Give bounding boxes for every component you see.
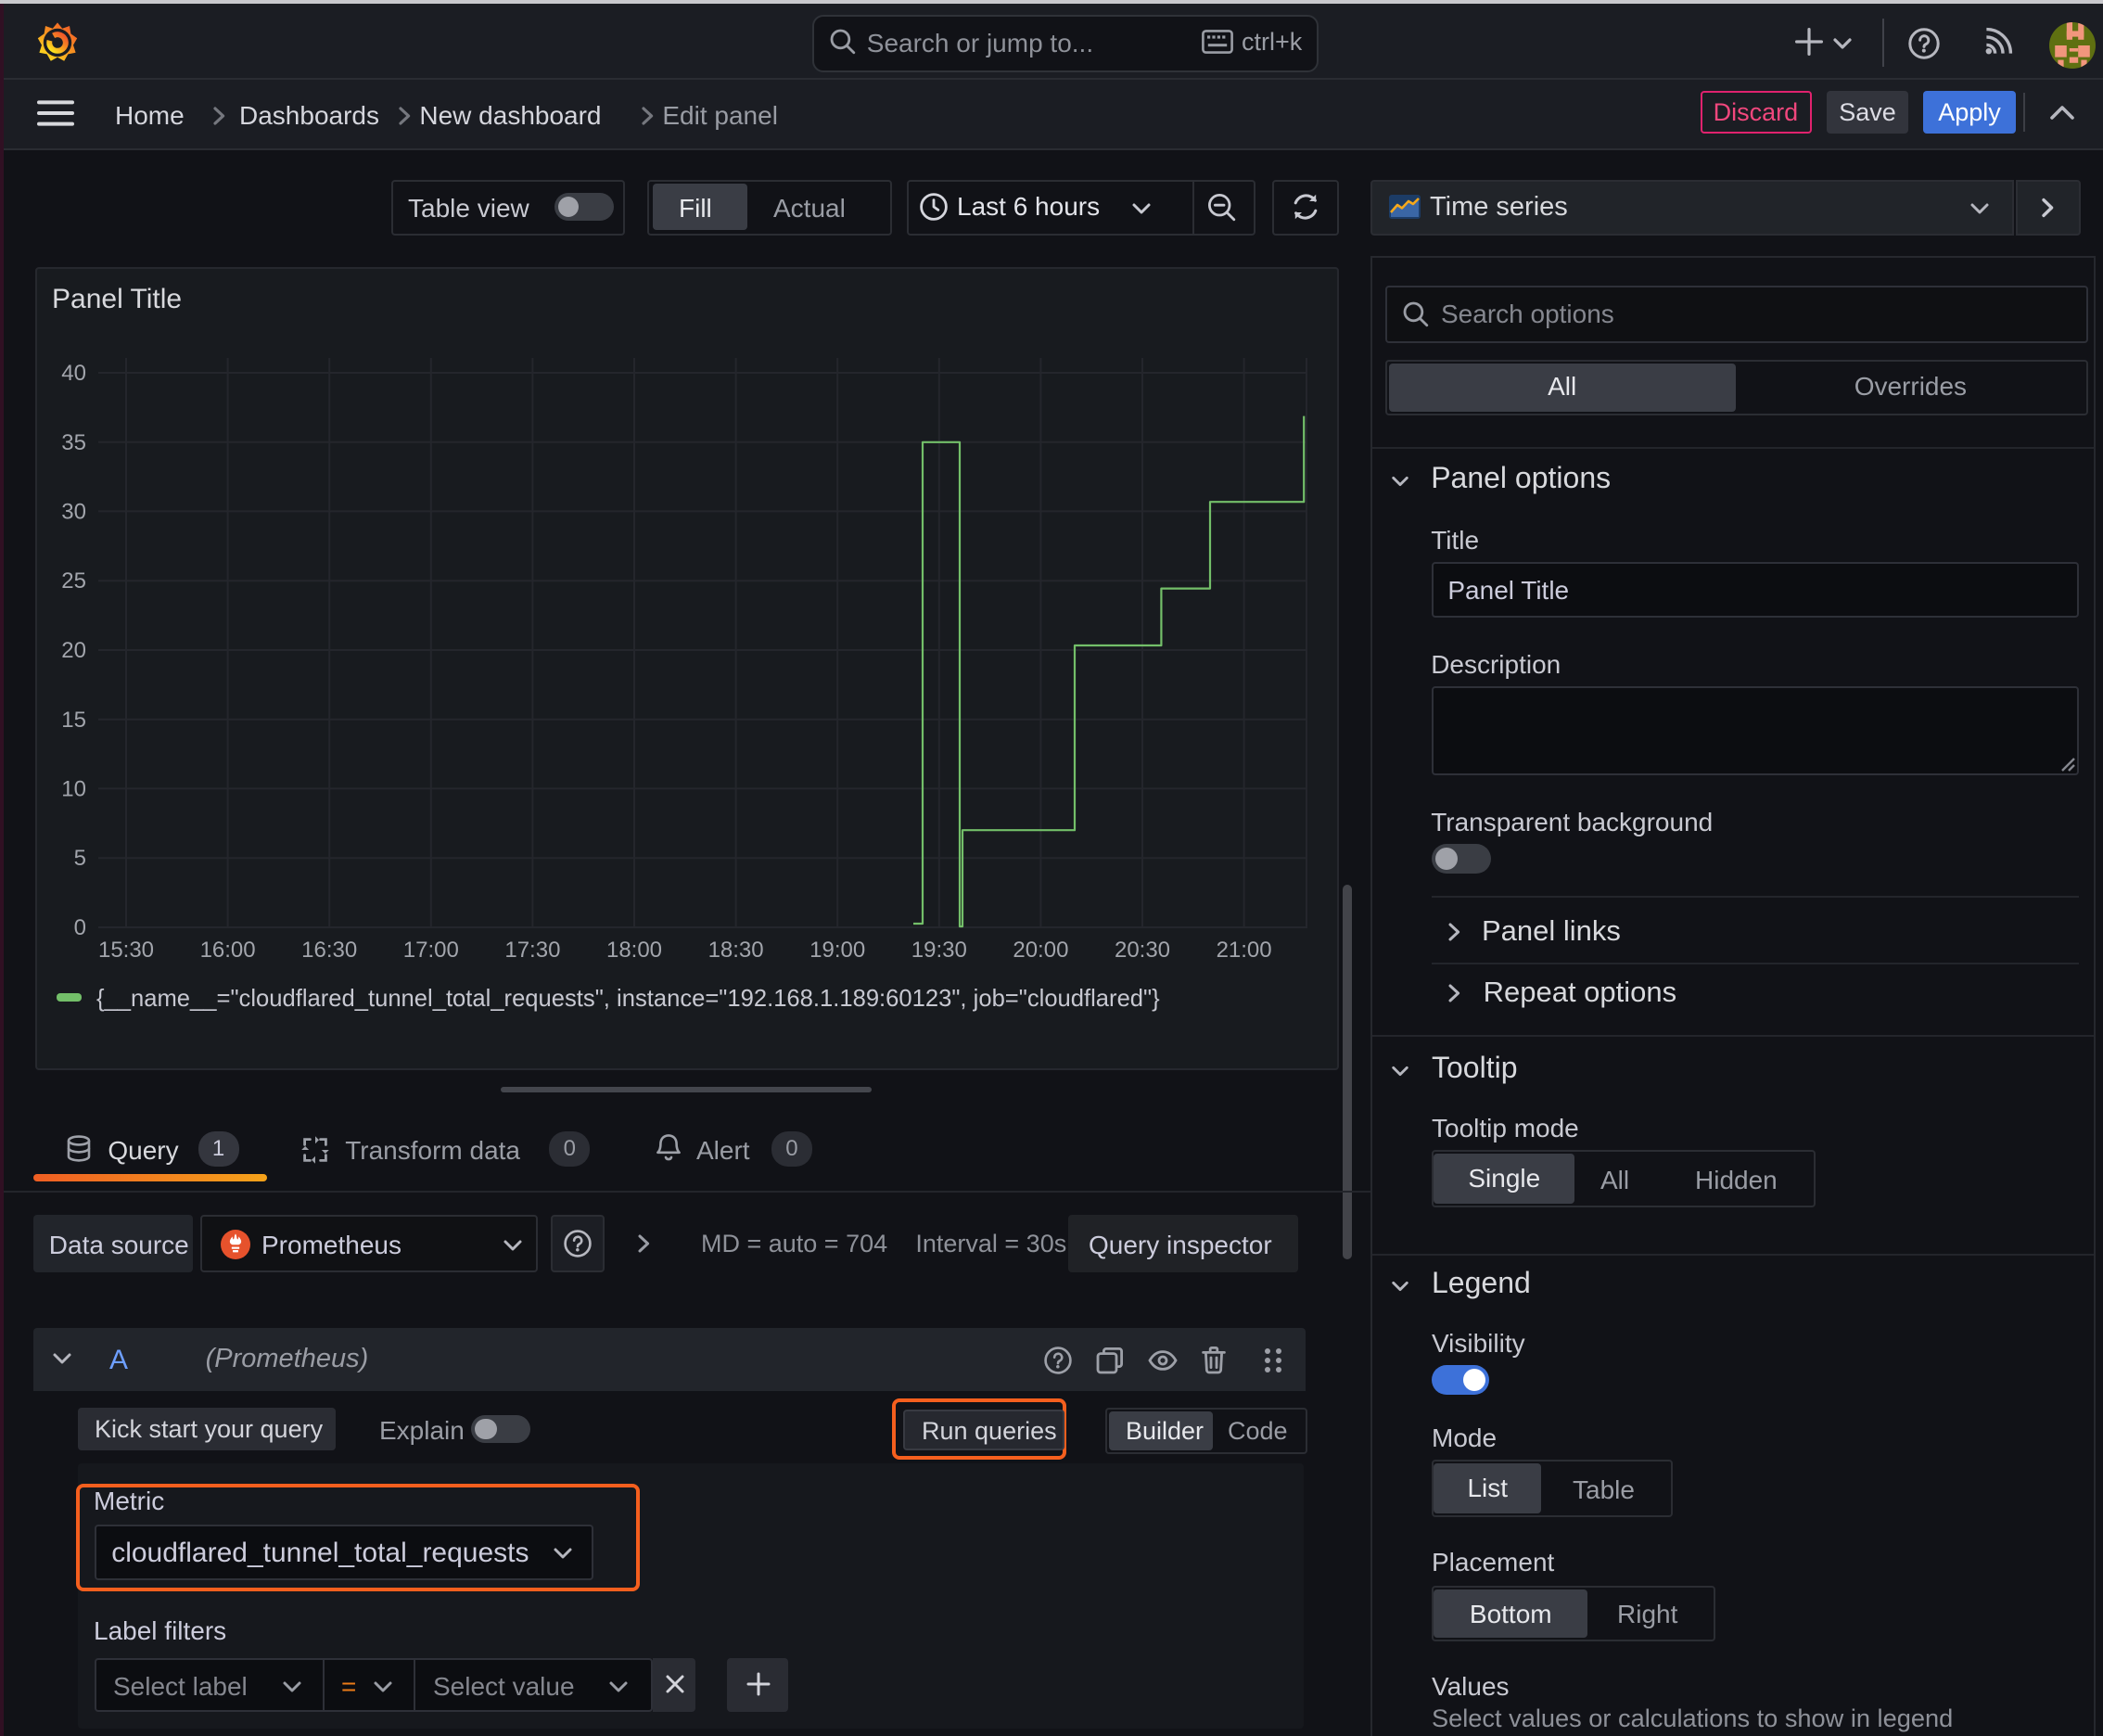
svg-text:19:00: 19:00 (809, 938, 864, 963)
svg-text:19:30: 19:30 (911, 938, 966, 963)
svg-text:17:30: 17:30 (503, 938, 559, 963)
svg-text:20:30: 20:30 (1114, 938, 1169, 963)
svg-text:10: 10 (60, 776, 85, 801)
svg-text:16:30: 16:30 (300, 938, 356, 963)
svg-text:{__name__="cloudflared_tunnel_: {__name__="cloudflared_tunnel_total_requ… (96, 986, 1159, 1012)
svg-text:20:00: 20:00 (1012, 938, 1067, 963)
svg-text:0: 0 (73, 915, 85, 940)
svg-text:17:00: 17:00 (402, 938, 458, 963)
svg-text:25: 25 (60, 568, 85, 594)
svg-text:40: 40 (60, 361, 85, 386)
svg-text:18:30: 18:30 (707, 938, 763, 963)
svg-text:5: 5 (73, 846, 85, 871)
svg-text:18:00: 18:00 (605, 938, 661, 963)
svg-text:15:30: 15:30 (97, 938, 153, 963)
svg-text:15: 15 (60, 708, 85, 733)
svg-text:30: 30 (60, 499, 85, 524)
svg-text:20: 20 (60, 638, 85, 663)
svg-text:16:00: 16:00 (199, 938, 255, 963)
svg-text:35: 35 (60, 430, 85, 455)
svg-text:21:00: 21:00 (1216, 938, 1271, 963)
